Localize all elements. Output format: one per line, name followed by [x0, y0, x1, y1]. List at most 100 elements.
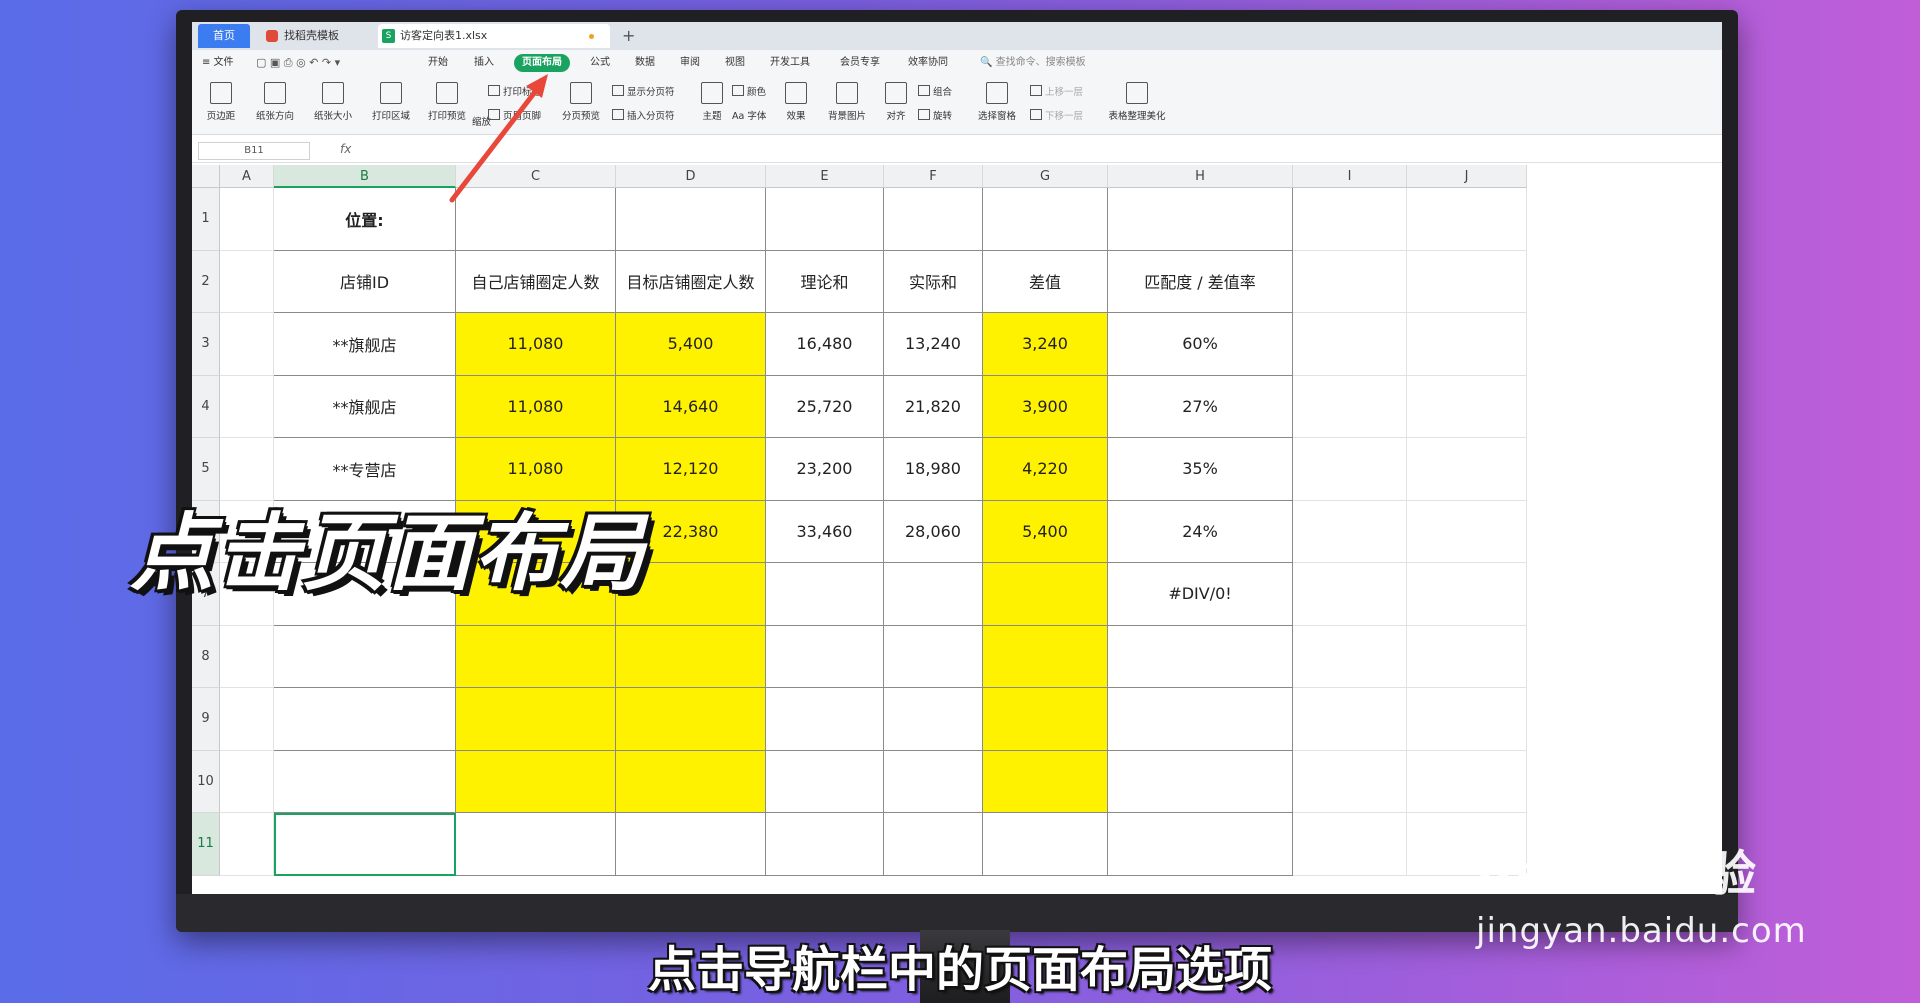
menu-formula[interactable]: 公式: [590, 54, 610, 72]
column-header-d[interactable]: D: [616, 165, 766, 188]
table-beautify-button[interactable]: 表格整理美化: [1100, 76, 1174, 134]
page-break-preview-button[interactable]: 分页预览: [552, 76, 610, 134]
print-area-button[interactable]: 打印区域: [362, 76, 420, 134]
cell-c8[interactable]: [456, 625, 616, 688]
cell-j9[interactable]: [1407, 688, 1527, 751]
paper-size-button[interactable]: 纸张大小: [304, 76, 362, 134]
column-header-h[interactable]: H: [1108, 165, 1293, 188]
cell-d10[interactable]: [616, 750, 766, 813]
cell-d11[interactable]: [616, 813, 766, 876]
cell-i7[interactable]: [1293, 563, 1407, 626]
cell-c11[interactable]: [456, 813, 616, 876]
cell-f5[interactable]: 18,980: [884, 438, 983, 501]
menu-start[interactable]: 开始: [428, 54, 448, 72]
cell-e9[interactable]: [766, 688, 884, 751]
cell-i11[interactable]: [1293, 813, 1407, 876]
cell-g8[interactable]: [983, 625, 1108, 688]
selection-pane-button[interactable]: 选择窗格: [968, 76, 1026, 134]
cell-e6[interactable]: 33,460: [766, 500, 884, 563]
cell-a8[interactable]: [220, 625, 274, 688]
bring-forward-button[interactable]: 上移一层: [1030, 84, 1083, 98]
cell-e5[interactable]: 23,200: [766, 438, 884, 501]
cell-g5[interactable]: 4,220: [983, 438, 1108, 501]
cell-f1[interactable]: [884, 188, 983, 251]
cell-g1[interactable]: [983, 188, 1108, 251]
cell-a1[interactable]: [220, 188, 274, 251]
cell-i9[interactable]: [1293, 688, 1407, 751]
cell-e1[interactable]: [766, 188, 884, 251]
cell-g4[interactable]: 3,900: [983, 375, 1108, 438]
cell-a11[interactable]: [220, 813, 274, 876]
cell-f6[interactable]: 28,060: [884, 500, 983, 563]
cell-b3[interactable]: **旗舰店: [274, 313, 456, 376]
cell-i10[interactable]: [1293, 750, 1407, 813]
cell-d4[interactable]: 14,640: [616, 375, 766, 438]
menu-review[interactable]: 审阅: [680, 54, 700, 72]
menu-insert[interactable]: 插入: [474, 54, 494, 72]
theme-button[interactable]: 主题: [692, 76, 732, 134]
column-header-i[interactable]: I: [1293, 165, 1407, 188]
align-button[interactable]: 对齐: [876, 76, 916, 134]
cell-j10[interactable]: [1407, 750, 1527, 813]
cell-f10[interactable]: [884, 750, 983, 813]
cell-e4[interactable]: 25,720: [766, 375, 884, 438]
column-header-f[interactable]: F: [884, 165, 983, 188]
cell-g9[interactable]: [983, 688, 1108, 751]
menu-page-layout[interactable]: 页面布局: [514, 54, 570, 72]
cell-g11[interactable]: [983, 813, 1108, 876]
cell-h1[interactable]: [1108, 188, 1293, 251]
row-header-10[interactable]: 10: [192, 750, 220, 813]
row-header-3[interactable]: 3: [192, 313, 220, 376]
cell-f8[interactable]: [884, 625, 983, 688]
cell-b1[interactable]: 位置:: [274, 188, 456, 251]
cell-i8[interactable]: [1293, 625, 1407, 688]
rotate-button[interactable]: 旋转: [918, 108, 952, 122]
cell-j7[interactable]: [1407, 563, 1527, 626]
cell-c10[interactable]: [456, 750, 616, 813]
tab-template[interactable]: 找稻壳模板: [264, 24, 384, 48]
print-preview-button[interactable]: 打印预览: [418, 76, 476, 134]
cell-c9[interactable]: [456, 688, 616, 751]
cell-c1[interactable]: [456, 188, 616, 251]
cell-g7[interactable]: [983, 563, 1108, 626]
cell-j8[interactable]: [1407, 625, 1527, 688]
cell-j4[interactable]: [1407, 375, 1527, 438]
cell-h7[interactable]: #DIV/0!: [1108, 563, 1293, 626]
cell-e8[interactable]: [766, 625, 884, 688]
insert-page-break-button[interactable]: 插入分页符: [612, 108, 675, 122]
formula-fx-icon[interactable]: fx: [340, 142, 351, 156]
cell-c3[interactable]: 11,080: [456, 313, 616, 376]
column-header-g[interactable]: G: [983, 165, 1108, 188]
cell-i2[interactable]: [1293, 250, 1407, 313]
background-image-button[interactable]: 背景图片: [818, 76, 876, 134]
cell-a10[interactable]: [220, 750, 274, 813]
name-box[interactable]: B11: [198, 142, 310, 160]
cell-f3[interactable]: 13,240: [884, 313, 983, 376]
cell-d9[interactable]: [616, 688, 766, 751]
column-header-c[interactable]: C: [456, 165, 616, 188]
cell-h6[interactable]: 24%: [1108, 500, 1293, 563]
row-header-1[interactable]: 1: [192, 188, 220, 251]
cell-j3[interactable]: [1407, 313, 1527, 376]
menu-collab[interactable]: 效率协同: [908, 54, 948, 72]
menu-member[interactable]: 会员专享: [840, 54, 880, 72]
cell-a3[interactable]: [220, 313, 274, 376]
cell-d2[interactable]: 目标店铺圈定人数: [616, 250, 766, 313]
cell-h2[interactable]: 匹配度 / 差值率: [1108, 250, 1293, 313]
command-search[interactable]: 🔍 查找命令、搜索模板: [980, 54, 1086, 72]
select-all-corner[interactable]: [192, 165, 220, 188]
cell-h4[interactable]: 27%: [1108, 375, 1293, 438]
cell-d1[interactable]: [616, 188, 766, 251]
cell-h10[interactable]: [1108, 750, 1293, 813]
tab-file[interactable]: S 访客定向表1.xlsx: [378, 24, 610, 48]
cell-f7[interactable]: [884, 563, 983, 626]
cell-i3[interactable]: [1293, 313, 1407, 376]
cell-f4[interactable]: 21,820: [884, 375, 983, 438]
cell-j6[interactable]: [1407, 500, 1527, 563]
menu-developer[interactable]: 开发工具: [770, 54, 810, 72]
row-header-2[interactable]: 2: [192, 250, 220, 313]
group-button[interactable]: 组合: [918, 84, 952, 98]
cell-j5[interactable]: [1407, 438, 1527, 501]
cell-e7[interactable]: [766, 563, 884, 626]
column-header-j[interactable]: J: [1407, 165, 1527, 188]
